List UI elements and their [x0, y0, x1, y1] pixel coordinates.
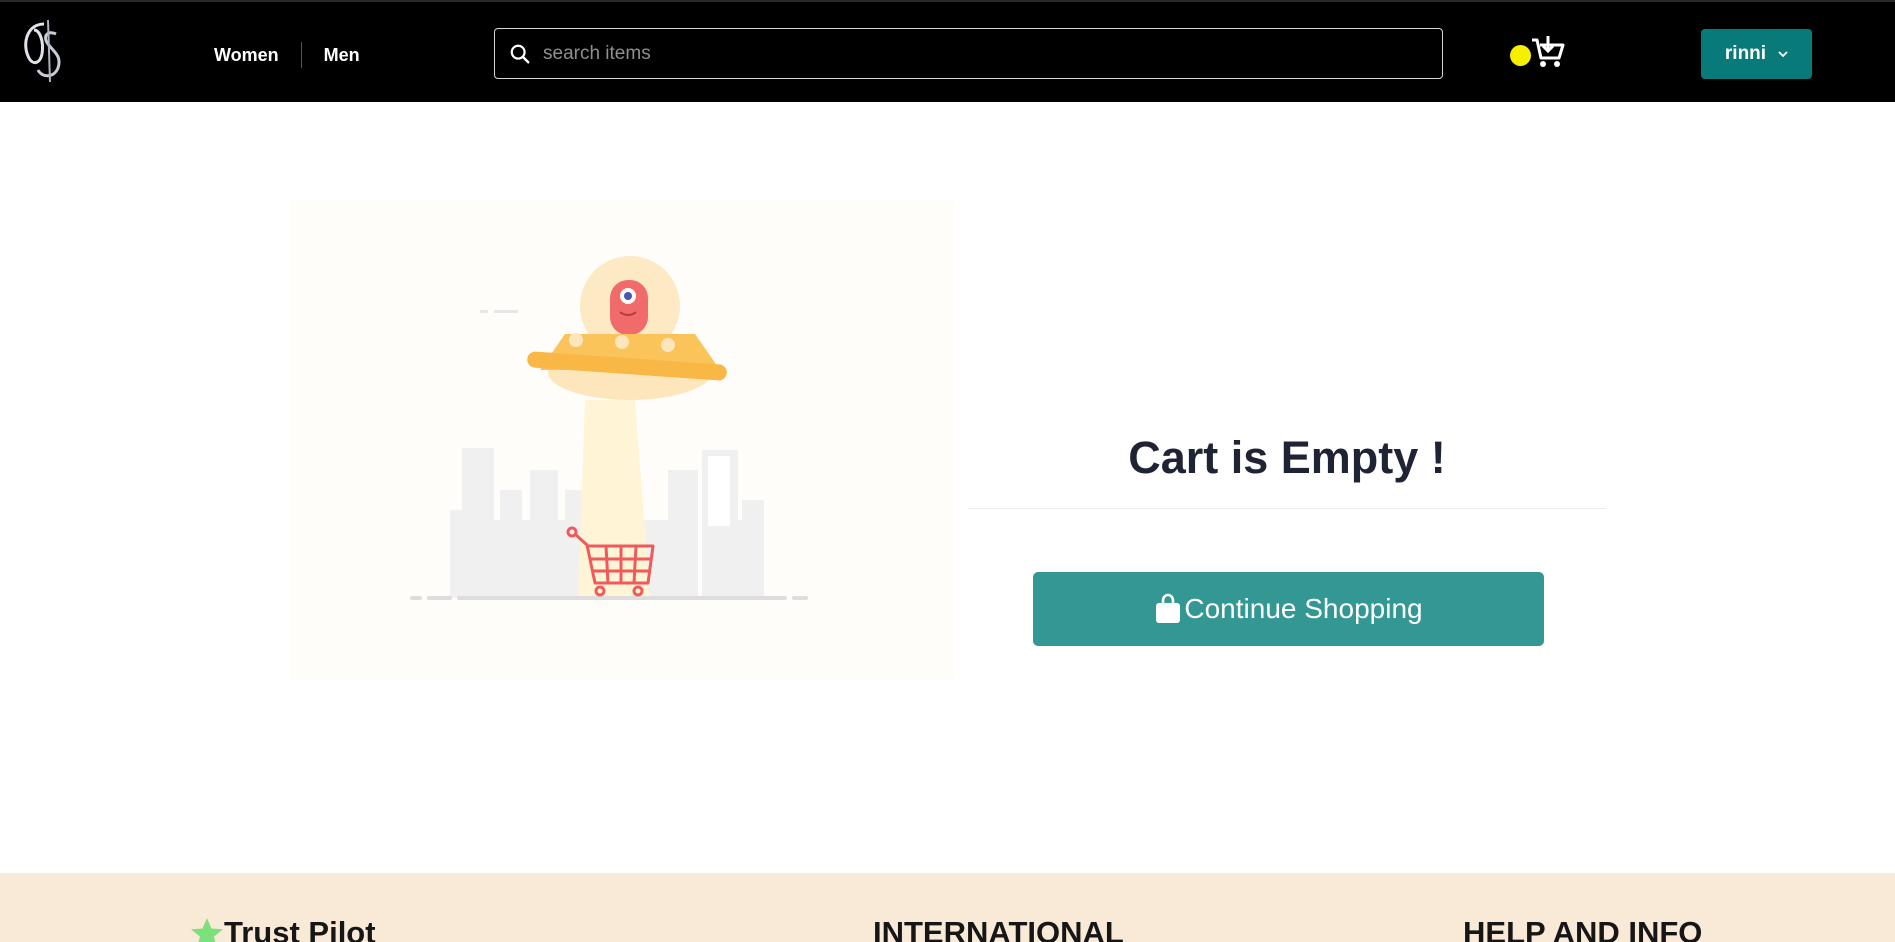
empty-cart-ufo-illustration	[290, 200, 955, 680]
nav-men-link[interactable]: Men	[324, 45, 360, 66]
cart-icon[interactable]	[1530, 34, 1566, 70]
chevron-down-icon	[1778, 51, 1788, 58]
cart-status-dot	[1510, 45, 1531, 66]
top-navbar: Women Men rinni	[0, 0, 1895, 102]
continue-shopping-button[interactable]: Continue Shopping	[1033, 572, 1544, 646]
star-icon	[191, 918, 223, 942]
nav-women-link[interactable]: Women	[214, 45, 279, 66]
shopping-bag-icon	[1156, 593, 1181, 623]
user-menu-button[interactable]: rinni	[1701, 29, 1812, 79]
footer: Trust Pilot INTERNATIONAL HELP AND INFO	[0, 873, 1895, 942]
search-input[interactable]	[543, 42, 1442, 65]
footer-col-trust-pilot: Trust Pilot	[190, 915, 376, 942]
search-icon	[510, 44, 530, 63]
divider	[968, 508, 1606, 509]
nav-separator	[300, 42, 302, 68]
logo-icon[interactable]	[18, 16, 74, 86]
continue-shopping-label: Continue Shopping	[1184, 593, 1423, 624]
footer-international-title: INTERNATIONAL	[873, 915, 1124, 942]
empty-cart-title: Cart is Empty !	[1128, 432, 1446, 483]
main-nav: Women Men	[214, 42, 360, 68]
footer-help-info-title: HELP AND INFO	[1463, 915, 1703, 942]
footer-trust-pilot-title: Trust Pilot	[224, 915, 376, 942]
search-bar[interactable]	[494, 28, 1443, 79]
user-name-label: rinni	[1724, 43, 1767, 64]
